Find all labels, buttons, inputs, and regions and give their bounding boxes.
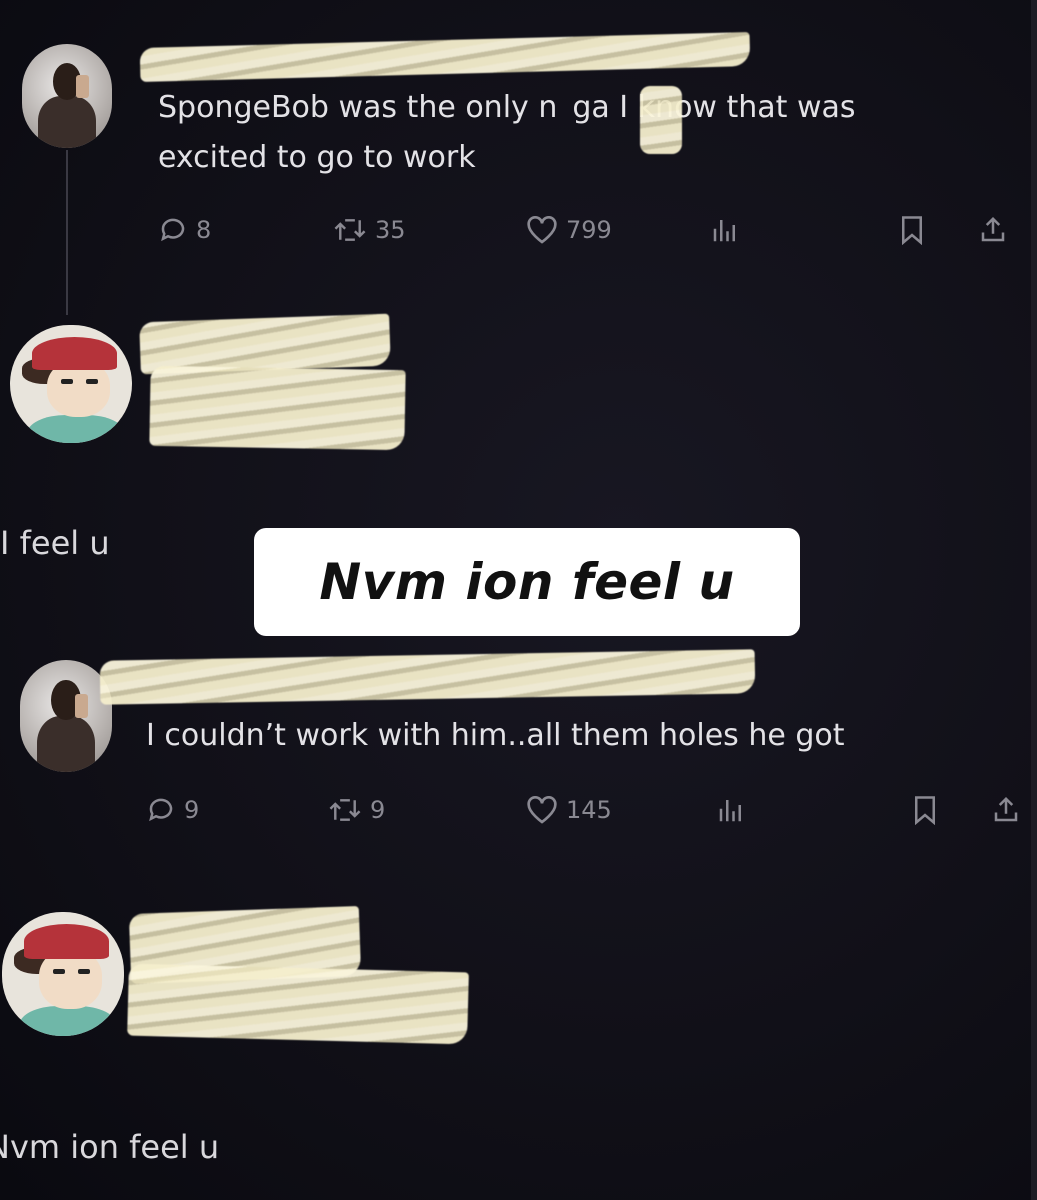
redacted-username [139,313,391,375]
heart-icon [527,796,557,824]
bookmark-button[interactable] [911,795,939,825]
share-button[interactable] [978,215,1008,245]
retweet-button[interactable]: 9 [328,795,385,825]
caption-overlay: Nvm ion feel u [254,528,800,636]
tweet-actions: 9 9 145 [146,790,1026,830]
retweet-button[interactable]: 35 [333,215,406,245]
share-icon [981,216,1005,242]
bookmark-icon [902,216,922,245]
thread-line [66,150,68,315]
tweet-actions: 8 35 799 [158,210,1018,250]
bookmark-icon [915,796,935,825]
reply-icon [149,798,173,822]
avatar[interactable] [22,44,112,148]
like-count: 145 [566,796,612,824]
reply-count: 8 [196,216,212,244]
bookmark-button[interactable] [898,215,926,245]
like-button[interactable]: 145 [526,795,612,825]
retweet-count: 9 [370,796,386,824]
views-icon [713,220,735,242]
retweet-count: 35 [375,216,406,244]
avatar[interactable] [10,325,132,443]
share-button[interactable] [991,795,1021,825]
tweet-text-line2: excited to go to work [158,140,476,175]
avatar[interactable] [2,912,124,1036]
heart-icon [527,216,557,244]
views-icon [719,800,741,822]
reply-button[interactable]: 8 [158,215,211,245]
right-edge [1031,0,1037,1200]
reply-text: Nvm ion feel u [0,1128,220,1166]
reply-button[interactable]: 9 [146,795,199,825]
views-button[interactable] [710,215,740,245]
views-button[interactable] [716,795,746,825]
redacted-handle [149,365,406,451]
avatar[interactable] [20,660,112,772]
redacted-handle [127,963,469,1045]
reply-icon [161,218,185,242]
tweet-text: SpongeBob was the only n ga I know that … [158,90,856,125]
like-count: 799 [566,216,612,244]
reply-count: 9 [184,796,200,824]
caption-text: Nvm ion feel u [319,553,735,611]
retweet-icon [334,219,366,241]
like-button[interactable]: 799 [526,215,612,245]
tweet-text: I couldn’t work with him..all them holes… [146,718,845,753]
share-icon [994,796,1018,822]
reply-text: I feel u [0,524,110,562]
redacted-word [640,86,682,154]
retweet-icon [329,799,361,821]
